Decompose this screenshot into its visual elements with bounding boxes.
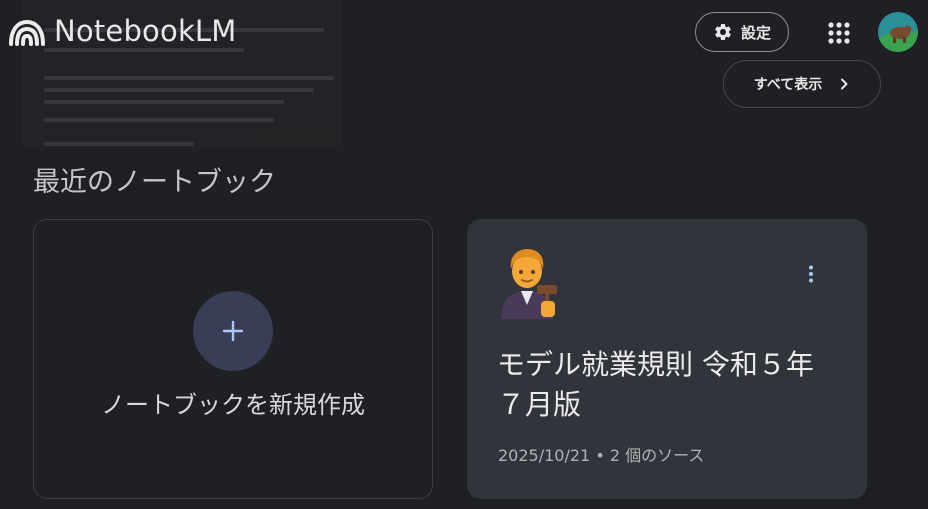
app-name: NotebookLM bbox=[54, 14, 237, 48]
show-all-label: すべて表示 bbox=[753, 77, 823, 93]
settings-label: 設定 bbox=[740, 23, 771, 42]
user-avatar[interactable] bbox=[878, 12, 918, 52]
avatar-image-icon bbox=[878, 12, 918, 52]
create-notebook-label: ノートブックを新規作成 bbox=[101, 391, 365, 419]
notebook-title: モデル就業規則 令和５年７月版 bbox=[497, 348, 814, 421]
add-notebook-circle bbox=[193, 291, 273, 371]
create-notebook-card[interactable]: ノートブックを新規作成 bbox=[33, 219, 433, 499]
more-vert-icon[interactable] bbox=[800, 263, 822, 285]
brand-logo[interactable]: NotebookLM bbox=[8, 14, 237, 48]
notebook-source-count: 2 個のソース bbox=[609, 446, 705, 465]
notebook-date: 2025/10/21 bbox=[498, 446, 591, 465]
chevron-right-icon bbox=[841, 78, 848, 90]
meta-separator: • bbox=[595, 446, 605, 465]
notebooklm-logo-icon bbox=[9, 19, 45, 46]
settings-button[interactable]: 設定 bbox=[695, 12, 789, 52]
show-all-button[interactable]: すべて表示 bbox=[723, 60, 881, 108]
apps-grid-icon[interactable] bbox=[826, 20, 852, 46]
notebook-meta: 2025/10/21 • 2 個のソース bbox=[498, 442, 704, 466]
section-title: 最近のノートブック bbox=[33, 167, 276, 198]
gear-icon bbox=[715, 23, 731, 40]
judge-emoji-icon bbox=[501, 249, 557, 319]
plus-icon bbox=[222, 320, 244, 342]
notebook-card[interactable]: モデル就業規則 令和５年７月版 2025/10/21 • 2 個のソース bbox=[467, 219, 867, 499]
top-bar: NotebookLM 設定 bbox=[0, 0, 928, 64]
